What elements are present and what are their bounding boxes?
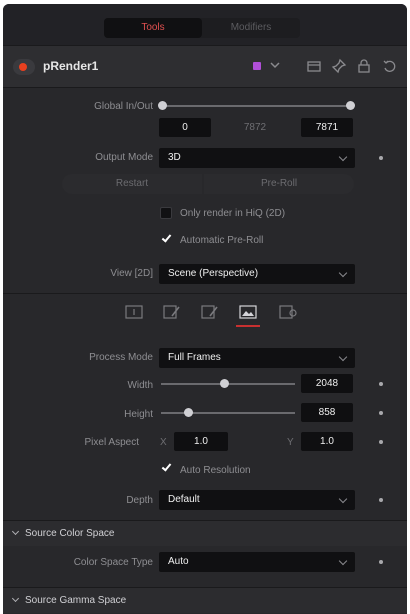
auto-resolution-label: Auto Resolution	[180, 465, 251, 476]
global-range-track[interactable]	[163, 105, 351, 107]
pixel-aspect-x-field[interactable]: 1.0	[174, 432, 228, 451]
settings-icon[interactable]	[279, 305, 297, 319]
controls-icon[interactable]	[125, 305, 143, 319]
node-name: pRender1	[43, 59, 99, 73]
auto-resolution-checkbox[interactable]	[161, 461, 172, 472]
color-space-type-dropdown[interactable]: Auto	[159, 552, 355, 572]
chevron-down-icon	[11, 594, 20, 603]
height-keyframe-dot[interactable]	[379, 411, 383, 415]
source-color-space-title: Source Color Space	[25, 528, 115, 539]
chevron-down-icon[interactable]	[269, 59, 281, 71]
node-enable-toggle[interactable]	[13, 59, 35, 75]
chevron-down-icon	[338, 556, 348, 566]
width-label: Width	[127, 380, 153, 391]
depth-label: Depth	[126, 495, 153, 506]
color-space-type-value: Auto	[168, 556, 189, 567]
node-color-chip[interactable]	[253, 62, 261, 70]
pre-roll-button[interactable]: Pre-Roll	[204, 174, 354, 194]
global-start-handle[interactable]	[158, 101, 167, 110]
global-duration-value: 7872	[243, 122, 267, 133]
hiq-only-label: Only render in HiQ (2D)	[180, 208, 286, 219]
source-color-space-header[interactable]: Source Color Space	[3, 520, 407, 546]
global-in-out-label: Global In/Out	[94, 101, 153, 112]
chevron-down-icon	[338, 152, 348, 162]
color-space-type-keyframe-dot[interactable]	[379, 560, 383, 564]
auto-preroll-checkbox[interactable]	[161, 232, 172, 243]
width-field[interactable]: 2048	[301, 374, 353, 393]
image-icon[interactable]	[239, 305, 257, 319]
output-mode-value: 3D	[168, 152, 181, 163]
chevron-down-icon	[338, 494, 348, 504]
tab-tools[interactable]: Tools	[104, 18, 202, 38]
restart-button[interactable]: Restart	[62, 174, 202, 194]
chevron-down-icon	[338, 352, 348, 362]
depth-value: Default	[168, 494, 200, 505]
output-mode-keyframe-dot[interactable]	[379, 156, 383, 160]
edit-icon[interactable]	[163, 305, 181, 319]
process-mode-dropdown[interactable]: Full Frames	[159, 348, 355, 368]
height-label: Height	[124, 409, 153, 420]
pixel-aspect-x-label: X	[160, 437, 167, 448]
active-sub-tab-indicator	[236, 325, 260, 327]
color-space-type-label: Color Space Type	[73, 557, 153, 568]
edit-alt-icon[interactable]	[201, 305, 219, 319]
reset-icon[interactable]	[382, 58, 398, 74]
view-value: Scene (Perspective)	[168, 268, 259, 279]
chevron-down-icon	[338, 268, 348, 278]
source-gamma-space-header[interactable]: Source Gamma Space	[3, 587, 407, 613]
pixel-aspect-y-field[interactable]: 1.0	[301, 432, 353, 451]
tab-group: Tools Modifiers	[104, 18, 300, 38]
global-start-field[interactable]: 0	[159, 118, 211, 137]
view-dropdown[interactable]: Scene (Perspective)	[159, 264, 355, 284]
lock-icon[interactable]	[356, 58, 372, 74]
process-mode-label: Process Mode	[89, 352, 153, 363]
process-mode-value: Full Frames	[168, 352, 221, 363]
height-slider-track[interactable]	[161, 412, 295, 414]
pixel-aspect-label: Pixel Aspect	[84, 437, 139, 448]
pixel-aspect-keyframe-dot[interactable]	[379, 440, 383, 444]
global-end-field[interactable]: 7871	[301, 118, 353, 137]
tab-bar: Tools Modifiers	[3, 4, 407, 46]
view-label: View [2D]	[110, 268, 153, 279]
depth-keyframe-dot[interactable]	[379, 498, 383, 502]
inspector-panel: Tools Modifiers pRender1 Global In/Out 0…	[3, 4, 407, 614]
chevron-down-icon	[11, 527, 20, 536]
width-slider-handle[interactable]	[219, 379, 229, 388]
height-slider-handle[interactable]	[183, 408, 193, 417]
source-gamma-space-title: Source Gamma Space	[25, 595, 127, 606]
pixel-aspect-y-label: Y	[287, 437, 294, 448]
version-icon[interactable]	[306, 58, 322, 74]
tab-modifiers[interactable]: Modifiers	[202, 18, 300, 38]
height-field[interactable]: 858	[301, 403, 353, 422]
sub-tab-bar	[3, 305, 407, 327]
pin-icon[interactable]	[331, 58, 347, 74]
auto-preroll-label: Automatic Pre-Roll	[180, 235, 264, 246]
depth-dropdown[interactable]: Default	[159, 490, 355, 510]
output-mode-dropdown[interactable]: 3D	[159, 148, 355, 168]
hiq-only-checkbox[interactable]	[160, 207, 172, 219]
output-mode-label: Output Mode	[95, 152, 153, 163]
width-keyframe-dot[interactable]	[379, 382, 383, 386]
node-header: pRender1	[3, 46, 407, 88]
global-end-handle[interactable]	[346, 101, 355, 110]
divider	[3, 293, 407, 294]
